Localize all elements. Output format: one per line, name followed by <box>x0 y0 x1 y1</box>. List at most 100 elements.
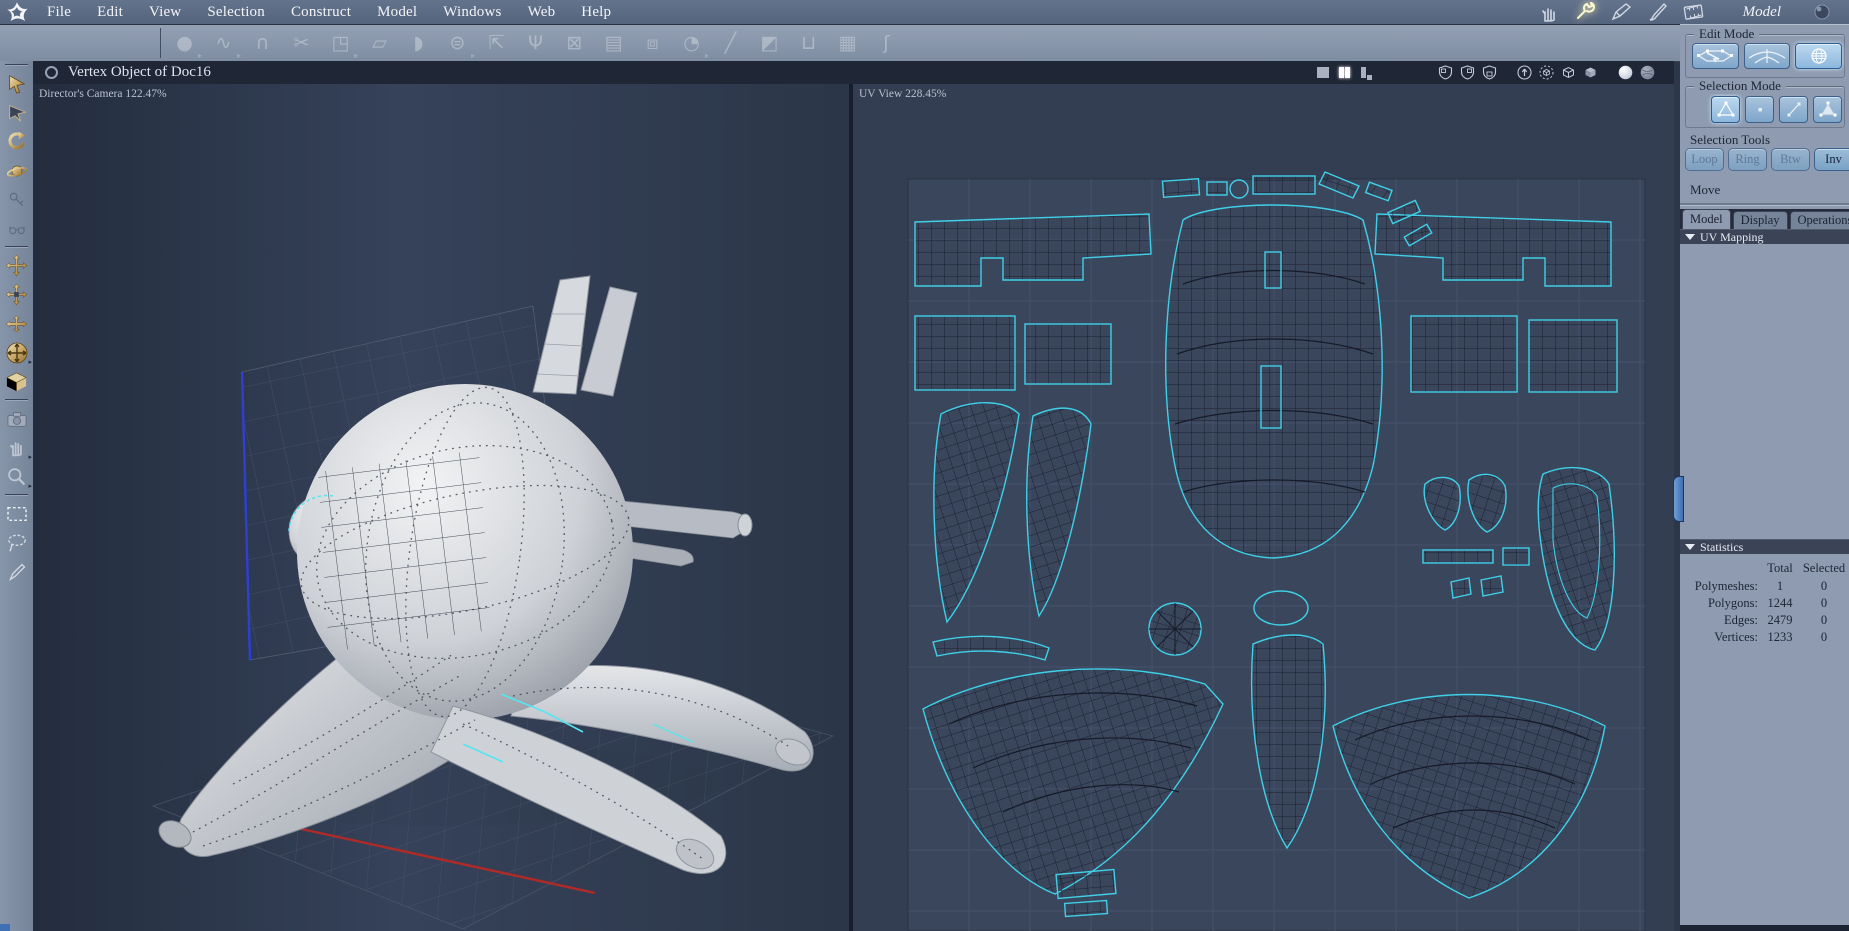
key-icon <box>0 185 33 214</box>
marquee-select-icon[interactable] <box>0 499 33 528</box>
film-icon[interactable] <box>1681 2 1707 22</box>
invert-button[interactable]: Inv <box>1814 148 1849 171</box>
translate-plane-icon[interactable] <box>0 309 33 338</box>
edge-select-button[interactable] <box>1779 96 1808 123</box>
bridge-tool-icon[interactable]: ⊔ <box>796 32 821 54</box>
collapse-triangle-icon <box>1685 234 1695 240</box>
viewport-workspace: Vertex Object of Doc16 Director's Camera… <box>33 61 1674 931</box>
smooth-sphere-icon[interactable] <box>1617 65 1634 80</box>
menu-model[interactable]: Model <box>364 4 430 21</box>
selection-tools-label: Selection Tools <box>1690 132 1771 147</box>
shield-cube-left-icon[interactable] <box>1437 65 1454 80</box>
layout-single-icon[interactable] <box>1314 65 1331 80</box>
pencil-icon[interactable] <box>1609 2 1635 22</box>
brush-icon[interactable] <box>1645 2 1671 22</box>
dome-tool-icon[interactable]: ◗ <box>406 32 431 54</box>
hand-icon[interactable] <box>1537 2 1563 22</box>
active-tool-label: Move <box>1690 182 1721 197</box>
package-tool-icon[interactable]: ⧈ <box>640 32 665 54</box>
object-edit-button[interactable] <box>1691 43 1739 69</box>
layout-corner-icon[interactable] <box>1402 65 1419 80</box>
delete-face-tool-icon[interactable]: ⊠ <box>562 32 587 54</box>
menu-windows[interactable]: Windows <box>430 4 514 21</box>
camera-icon[interactable] <box>0 404 33 433</box>
sphere-tool-icon[interactable]: ● ▸ <box>172 32 202 60</box>
tab-operations[interactable]: Operations <box>1789 211 1849 229</box>
shield-cube-right-icon[interactable] <box>1459 65 1476 80</box>
wire-cube-icon[interactable] <box>1560 65 1577 80</box>
line-tool-icon[interactable]: ╱ <box>718 32 743 54</box>
translate-icon[interactable] <box>0 251 33 280</box>
skeleton-edit-button[interactable] <box>1743 43 1791 69</box>
toolbar-separator <box>5 399 28 401</box>
zoom-magnifier-icon[interactable]: ▸ <box>0 462 33 491</box>
lasso-select-icon[interactable] <box>0 528 33 557</box>
extrude-tool-icon[interactable]: ⇱ <box>484 32 509 54</box>
menu-help[interactable]: Help <box>568 4 624 21</box>
menu-view[interactable]: View <box>136 4 194 21</box>
between-button[interactable]: Btw <box>1771 148 1810 171</box>
face-select-button[interactable] <box>1813 96 1842 123</box>
panel-bottom-strip <box>1680 925 1849 931</box>
statistics-section-header[interactable]: Statistics <box>1680 539 1849 554</box>
perspective-view[interactable]: Director's Camera 122.47% <box>33 84 849 931</box>
layout-split-vertical-icon[interactable] <box>1336 65 1353 80</box>
wrench-icon[interactable] <box>1573 2 1599 22</box>
deform-tool-icon[interactable]: ◩ <box>757 32 782 54</box>
uv-view-label: UV View 228.45% <box>859 88 947 100</box>
uv-edit-button[interactable] <box>1795 43 1842 69</box>
lattice-tool-icon[interactable]: ▦ <box>835 32 860 54</box>
shaded-cube-icon[interactable] <box>1582 65 1599 80</box>
viewport-title-bar[interactable]: Vertex Object of Doc16 <box>33 61 1674 85</box>
soft-select-arrow-icon[interactable] <box>0 98 33 127</box>
selection-mode-group: Selection Mode <box>1685 78 1845 128</box>
glasses-icon <box>0 214 33 243</box>
orbit-icon[interactable] <box>0 156 33 185</box>
layout-quad-icon[interactable] <box>1380 65 1397 80</box>
menu-selection[interactable]: Selection <box>194 4 278 21</box>
menu-construct[interactable]: Construct <box>278 4 364 21</box>
tab-model[interactable]: Model <box>1682 209 1731 229</box>
rotate-icon[interactable] <box>0 127 33 156</box>
uv-mapping-section-header[interactable]: UV Mapping <box>1680 229 1849 244</box>
selection-mode-label: Selection Mode <box>1694 78 1786 94</box>
left-tool-column: ▸ ▸ ▸ <box>0 61 34 931</box>
auto-select-button[interactable] <box>1711 96 1740 123</box>
loop-button[interactable]: Loop <box>1685 148 1724 171</box>
select-arrow-icon[interactable] <box>0 69 33 98</box>
vertex-select-button[interactable] <box>1745 96 1774 123</box>
circle-arrow-icon[interactable] <box>1516 65 1533 80</box>
goblet-tool-icon[interactable]: Ψ <box>523 32 548 54</box>
stretch-tool-icon[interactable]: ʃ <box>874 32 899 54</box>
magnet-tool-icon[interactable]: ∩ <box>250 32 275 54</box>
curve-tool-icon[interactable]: ∿ ▸ <box>211 32 241 60</box>
panel-tabs: Model Display Operations Unfold <box>1680 209 1849 229</box>
viewport-menu-icon[interactable] <box>45 66 58 79</box>
menu-file[interactable]: File <box>34 4 84 21</box>
textured-sphere-icon[interactable] <box>1639 65 1656 80</box>
mode-switcher: Model <box>1537 2 1849 22</box>
menu-web[interactable]: Web <box>515 4 569 21</box>
universal-manipulator-icon[interactable]: ▸ <box>0 338 33 367</box>
tab-display[interactable]: Display <box>1732 211 1788 229</box>
face-cut-tool-icon[interactable]: ◳ ▸ <box>328 32 358 60</box>
menu-edit[interactable]: Edit <box>84 4 136 21</box>
sphere-pen-tool-icon[interactable]: ◔ ▸ <box>679 32 709 60</box>
stats-row-vertices: Vertices: 1233 0 <box>1714 630 1828 644</box>
sphere-icon[interactable] <box>1809 2 1835 22</box>
panel-collapse-handle[interactable] <box>1673 476 1684 522</box>
current-mode-label[interactable]: Model <box>1743 4 1781 21</box>
scissors-tool-icon[interactable]: ✂ <box>289 32 314 54</box>
ring-button[interactable]: Ring <box>1728 148 1767 171</box>
pan-hand-icon[interactable]: ▸ <box>0 433 33 462</box>
uv-view[interactable]: UV View 228.45% <box>853 84 1674 931</box>
shield-cube-bottom-icon[interactable] <box>1481 65 1498 80</box>
translate-axis-icon[interactable] <box>0 280 33 309</box>
chamfer-tool-icon[interactable]: ▤ <box>601 32 626 54</box>
box-corner-icon[interactable] <box>0 367 33 396</box>
lathe-tool-icon[interactable]: ⊜ ▸ <box>445 32 475 60</box>
transform-tool-icon[interactable]: ▱ <box>367 32 392 54</box>
pen-select-icon[interactable] <box>0 557 33 586</box>
layout-split-bl-icon[interactable] <box>1358 65 1375 80</box>
dashed-circle-cube-icon[interactable] <box>1538 65 1555 80</box>
